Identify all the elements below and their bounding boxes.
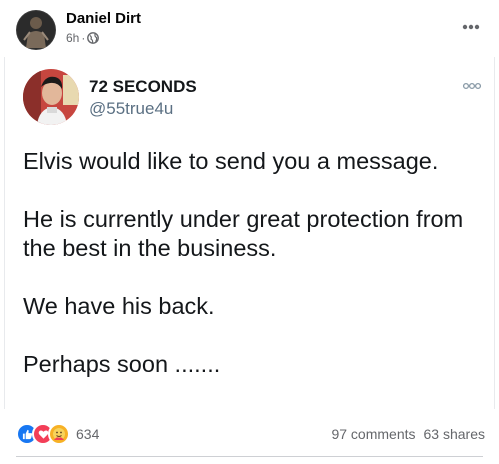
- shares-count-link[interactable]: 63 shares: [424, 426, 485, 442]
- tweet-display-name: 72 SECONDS: [89, 77, 197, 96]
- tweet-paragraph: Elvis would like to send you a message.: [23, 148, 439, 174]
- post-options-button[interactable]: [457, 14, 485, 38]
- tweet-handle: @55true4u: [89, 99, 174, 118]
- tweet-avatar: [23, 69, 79, 125]
- author-name[interactable]: Daniel Dirt: [66, 10, 141, 28]
- comments-count-link[interactable]: 97 comments: [331, 426, 415, 442]
- post-stats-bar: 634 97 comments 63 shares: [16, 422, 485, 446]
- engagement-stats: 97 comments 63 shares: [331, 426, 485, 442]
- post-meta: 6h ·: [66, 31, 100, 45]
- tweet-text: Elvis would like to send you a message. …: [23, 147, 483, 408]
- globe-icon[interactable]: [87, 32, 100, 44]
- tweet-paragraph: We have his back.: [23, 293, 215, 319]
- tweet-paragraph: He is currently under great protection f…: [23, 206, 464, 261]
- facebook-post: Daniel Dirt 6h · 72 SECONDS @55true4u El…: [0, 0, 499, 464]
- reactions-summary[interactable]: 634: [16, 423, 99, 445]
- footer-divider: [16, 456, 483, 457]
- reaction-count: 634: [76, 426, 100, 442]
- ellipsis-icon: [462, 17, 480, 35]
- tweet-screenshot[interactable]: 72 SECONDS @55true4u Elvis would like to…: [4, 57, 495, 409]
- post-timestamp[interactable]: 6h: [66, 31, 79, 45]
- tweet-ellipsis-icon: [462, 77, 482, 90]
- tweet-paragraph: Perhaps soon .......: [23, 351, 221, 377]
- care-icon: [48, 423, 70, 445]
- author-avatar[interactable]: [16, 10, 56, 50]
- meta-separator: ·: [81, 31, 86, 45]
